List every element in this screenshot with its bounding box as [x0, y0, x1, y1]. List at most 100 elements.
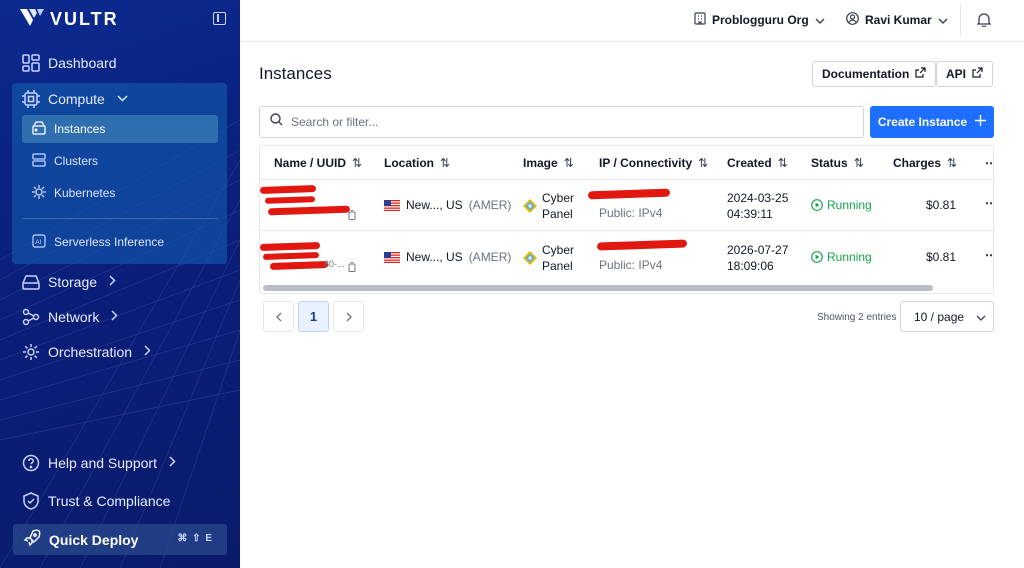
row-actions-icon[interactable]: ⋯	[985, 248, 993, 262]
copy-icon[interactable]	[348, 207, 356, 225]
created-cell: 2024-03-25 04:39:11	[727, 190, 788, 222]
column-header-created[interactable]: Created ⇅	[727, 146, 788, 179]
chevron-down-icon	[117, 93, 128, 105]
redaction-mark	[596, 239, 688, 251]
sidebar-item-instances[interactable]: Instances	[22, 115, 218, 143]
header-label: Name / UUID	[274, 155, 347, 170]
create-instance-label: Create Instance	[877, 115, 968, 129]
previous-page-button[interactable]	[263, 301, 294, 332]
redaction-mark	[269, 260, 329, 271]
us-flag-icon	[384, 199, 400, 211]
redaction-mark	[587, 188, 671, 200]
notifications-bell-icon[interactable]	[976, 12, 992, 32]
user-menu[interactable]: Ravi Kumar	[846, 12, 948, 28]
svg-text:AI: AI	[35, 239, 41, 246]
building-icon	[694, 12, 706, 28]
sidebar-item-compute[interactable]: Compute	[22, 90, 128, 108]
column-header-location[interactable]: Location ⇅	[384, 146, 450, 179]
instances-table: Name / UUID ⇅ Location ⇅ Image ⇅ IP / Conne…	[259, 145, 994, 294]
search-bar[interactable]	[259, 106, 864, 138]
quick-deploy-button[interactable]: Quick Deploy ⌘ ⇧ E	[13, 524, 227, 555]
documentation-button[interactable]: Documentation	[812, 61, 937, 87]
api-button[interactable]: API	[936, 61, 994, 87]
chevron-right-icon	[109, 275, 116, 289]
image-name-line2: Panel	[542, 259, 573, 273]
quick-deploy-label: Quick Deploy	[49, 531, 139, 548]
api-label: API	[946, 67, 967, 81]
clusters-icon	[32, 152, 46, 170]
created-date: 2024-03-25	[727, 191, 789, 205]
user-name: Ravi Kumar	[865, 13, 932, 27]
column-header-status[interactable]: Status ⇅	[811, 146, 864, 179]
sort-icon: ⇅	[440, 155, 451, 170]
created-cell: 2026-07-27 18:09:06	[727, 242, 788, 274]
dashboard-icon	[22, 54, 40, 72]
sidebar-item-serverless-inference[interactable]: AI Serverless Inference	[22, 228, 218, 256]
ip-public-text: Public: IPv4	[599, 206, 663, 220]
column-header-charges[interactable]: Charges ⇅	[893, 146, 957, 179]
copy-icon[interactable]	[348, 259, 356, 277]
sort-icon: ⇅	[352, 155, 363, 170]
location-cell: New..., US (AMER)	[384, 198, 511, 212]
help-icon	[22, 454, 40, 472]
sidebar-item-label: Kubernetes	[54, 186, 116, 200]
brand-name: VULTR	[50, 8, 119, 29]
region-text: (AMER)	[468, 198, 512, 212]
sidebar-item-label: Dashboard	[48, 55, 117, 71]
vultr-logo-icon	[20, 9, 44, 26]
next-page-button[interactable]	[333, 301, 364, 332]
sort-icon: ⇅	[698, 155, 709, 170]
sidebar-item-orchestration[interactable]: Orchestration	[22, 343, 151, 361]
page-title: Instances	[259, 64, 332, 83]
status-badge: Running	[811, 198, 872, 212]
chevron-right-icon	[111, 310, 118, 324]
sidebar-item-label: Serverless Inference	[54, 235, 165, 249]
us-flag-icon	[384, 251, 400, 263]
vultr-logo[interactable]: VULTR	[20, 8, 119, 30]
header-label: Status	[811, 155, 848, 170]
org-name: Problogguru Org	[712, 13, 809, 27]
play-circle-icon	[811, 199, 823, 211]
orchestration-gear-icon	[22, 343, 40, 361]
sidebar-item-trust-compliance[interactable]: Trust & Compliance	[22, 492, 170, 510]
header-divider	[260, 179, 993, 180]
create-instance-button[interactable]: Create Instance	[870, 106, 994, 138]
header-label: Charges	[893, 155, 942, 170]
sidebar-item-label: Help and Support	[48, 455, 157, 471]
uuid-fragment: 80-...	[324, 259, 345, 269]
sidebar-item-clusters[interactable]: Clusters	[22, 147, 218, 175]
image-cell: Cyber Panel	[523, 242, 574, 274]
column-header-image[interactable]: Image ⇅	[523, 146, 574, 179]
created-time: 18:09:06	[727, 259, 774, 273]
status-text: Running	[827, 250, 872, 264]
collapse-sidebar-icon[interactable]	[213, 12, 226, 25]
sidebar-item-storage[interactable]: Storage	[22, 273, 116, 291]
column-header-ip[interactable]: IP / Connectivity ⇅	[599, 146, 708, 179]
location-cell: New..., US (AMER)	[384, 250, 511, 264]
chevron-right-icon	[169, 456, 176, 470]
sidebar-item-kubernetes[interactable]: Kubernetes	[22, 179, 218, 207]
org-switcher[interactable]: Problogguru Org	[694, 12, 825, 28]
header-label: Location	[384, 155, 434, 170]
chevron-down-icon	[938, 13, 948, 27]
status-badge: Running	[811, 250, 872, 264]
rocket-icon	[23, 529, 41, 550]
search-input[interactable]	[291, 115, 811, 129]
kubernetes-icon	[32, 184, 46, 202]
horizontal-scrollbar[interactable]	[263, 285, 933, 291]
column-header-name[interactable]: Name / UUID ⇅	[274, 146, 362, 179]
topbar-divider	[960, 4, 961, 36]
cyberpanel-logo-icon	[523, 199, 537, 213]
image-cell: Cyber Panel	[523, 190, 574, 222]
sidebar-item-help-support[interactable]: Help and Support	[22, 454, 176, 472]
row-divider	[260, 230, 993, 231]
external-link-icon	[972, 67, 983, 81]
page-1-button[interactable]: 1	[298, 301, 329, 332]
page-size-select[interactable]: 10 / page	[900, 301, 994, 332]
sidebar-item-network[interactable]: Network	[22, 308, 118, 326]
row-actions-icon[interactable]: ⋯	[985, 196, 993, 210]
sidebar-item-dashboard[interactable]: Dashboard	[22, 54, 117, 72]
location-text: New..., US	[406, 198, 463, 212]
image-name-line2: Panel	[542, 207, 573, 221]
column-options-icon[interactable]: ⋯	[985, 146, 993, 179]
